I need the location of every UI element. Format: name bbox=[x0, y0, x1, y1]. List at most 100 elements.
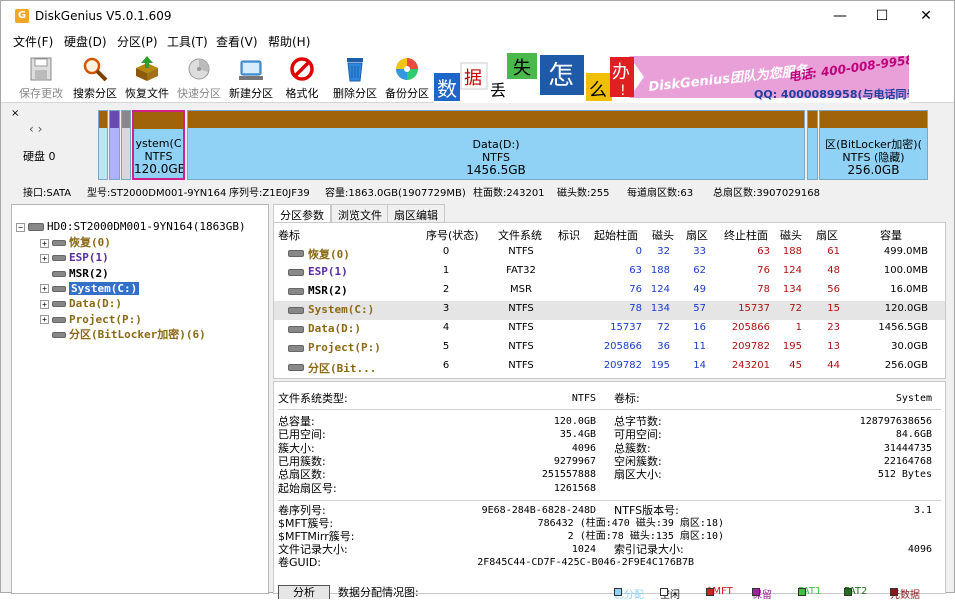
partition-data[interactable]: Data(D:) NTFS 1456.5GB bbox=[187, 110, 805, 180]
tree-item[interactable]: + System(C:) bbox=[40, 281, 140, 296]
cell-ss: 11 bbox=[693, 341, 706, 352]
file-record-size-value: 1024 bbox=[571, 544, 596, 555]
cell-label: ESP(1) bbox=[308, 265, 348, 278]
tree-item[interactable]: + 恢复(0) bbox=[40, 235, 111, 250]
table-row[interactable]: Project(P:) 5 NTFS 205866 36 11 209782 195 13 30.… bbox=[274, 339, 945, 358]
cell-ec: 243201 bbox=[731, 360, 770, 371]
expand-toggle[interactable]: + bbox=[40, 284, 49, 294]
format-button[interactable]: 格式化 bbox=[279, 53, 325, 101]
table-row[interactable]: Data(D:) 4 NTFS 15737 72 16 205866 1 23 1456.5GB bbox=[274, 320, 945, 339]
new-partition-button[interactable]: 新建分区 bbox=[225, 53, 277, 101]
col-header[interactable]: 磁头 bbox=[780, 227, 802, 243]
col-header[interactable]: 文件系统 bbox=[498, 227, 542, 243]
cell-ec: 15737 bbox=[738, 303, 770, 314]
partition-icon bbox=[288, 326, 304, 333]
cell-label: 恢复(0) bbox=[308, 248, 350, 261]
tree-item[interactable]: 分区(BitLocker加密)(6) bbox=[40, 327, 206, 342]
mft-label: $MFT簇号: bbox=[278, 517, 334, 530]
partition-system[interactable]: ystem(C NTFS 120.0GB bbox=[132, 110, 185, 180]
partition-icon bbox=[52, 255, 66, 262]
expand-toggle[interactable]: + bbox=[40, 253, 49, 263]
col-header[interactable]: 终止柱面 bbox=[724, 227, 768, 243]
table-row[interactable]: ESP(1) 1 FAT32 63 188 62 76 124 48 100.0MB bbox=[274, 263, 945, 282]
panel-close-icon[interactable]: × bbox=[11, 108, 19, 119]
table-row[interactable]: 分区(Bit... 6 NTFS 209782 195 14 243201 45 44 256.0… bbox=[274, 358, 945, 377]
banner-qq: QQ: 4000089958(与电话同号) bbox=[754, 87, 909, 101]
legend-item: FAT2 bbox=[844, 586, 867, 597]
quick-partition-icon bbox=[188, 58, 210, 80]
tab-partition-params[interactable]: 分区参数 bbox=[273, 204, 331, 222]
format-label: 格式化 bbox=[285, 87, 319, 100]
tree-item[interactable]: + Data(D:) bbox=[40, 296, 122, 311]
partition-block[interactable] bbox=[109, 110, 120, 180]
partition-icon bbox=[52, 285, 66, 292]
expand-toggle[interactable]: + bbox=[40, 238, 49, 248]
analyze-button[interactable]: 分析 bbox=[278, 585, 330, 599]
cell-sc: 209782 bbox=[603, 360, 642, 371]
ad-banner[interactable]: 数 据 丢 失 怎 么 办 ! DiskGenius团队为您服务 电话: 400… bbox=[434, 51, 909, 103]
tree-item[interactable]: MSR(2) bbox=[40, 266, 109, 281]
col-header[interactable]: 扇区 bbox=[816, 227, 838, 243]
legend-item: 保留 bbox=[752, 586, 772, 601]
banner-char: 怎 bbox=[548, 61, 574, 91]
legend-item: 元数据 bbox=[890, 586, 920, 601]
tab-sector-edit[interactable]: 扇区编辑 bbox=[387, 204, 445, 222]
disk-heads: 磁头数:255 bbox=[557, 188, 610, 199]
ntfs-version-value: 3.1 bbox=[913, 505, 932, 516]
cell-sc: 63 bbox=[629, 265, 642, 276]
legend-item: FAT1 bbox=[798, 586, 821, 597]
col-header[interactable]: 起始柱面 bbox=[594, 227, 638, 243]
partition-block[interactable] bbox=[807, 110, 818, 180]
col-header[interactable]: 标识 bbox=[558, 227, 580, 243]
banner-char: 么 bbox=[589, 80, 607, 101]
cell-sh: 188 bbox=[650, 265, 670, 276]
disk-tree[interactable]: − HD0:ST2000DM001-9YN164(1863GB) + 恢复(0) + E… bbox=[11, 204, 269, 594]
col-header[interactable]: 容量 bbox=[880, 227, 902, 243]
menu-view[interactable]: 查看(V) bbox=[216, 33, 258, 50]
partition-bitlocker[interactable]: 区(BitLocker加密)(NTFS (隐藏) 256.0GB bbox=[819, 110, 928, 180]
cell-cap: 256.0GB bbox=[884, 360, 928, 371]
fstype-value: NTFS bbox=[571, 393, 596, 404]
tree-item[interactable]: + ESP(1) bbox=[40, 250, 109, 265]
table-row[interactable]: MSR(2) 2 MSR 76 124 49 78 134 56 16.0MB bbox=[274, 282, 945, 301]
menu-help[interactable]: 帮助(H) bbox=[268, 33, 310, 50]
partition-size: 1456.5GB bbox=[466, 163, 526, 177]
partition-block[interactable] bbox=[98, 110, 108, 180]
expand-toggle[interactable]: + bbox=[40, 315, 49, 324]
save-changes-label: 保存更改 bbox=[19, 87, 63, 100]
close-button[interactable]: ✕ bbox=[903, 1, 949, 31]
cell-ss: 49 bbox=[693, 284, 706, 295]
table-row[interactable]: 恢复(0) 0 NTFS 0 32 33 63 188 61 499.0MB bbox=[274, 244, 945, 263]
minimize-button[interactable]: — bbox=[817, 1, 863, 31]
partition-block[interactable] bbox=[121, 110, 131, 180]
legend-swatch bbox=[844, 588, 852, 596]
tree-item-label: MSR(2) bbox=[69, 266, 109, 280]
search-partition-button[interactable]: 搜索分区 bbox=[69, 53, 121, 101]
quick-partition-button[interactable]: 快速分区 bbox=[173, 53, 225, 101]
save-changes-button[interactable]: 保存更改 bbox=[15, 53, 67, 101]
cell-cap: 1456.5GB bbox=[878, 322, 928, 333]
recover-files-button[interactable]: 恢复文件 bbox=[121, 53, 173, 101]
legend-swatch bbox=[752, 588, 760, 596]
menu-tools[interactable]: 工具(T) bbox=[167, 33, 208, 50]
col-header[interactable]: 序号(状态) bbox=[426, 227, 479, 243]
tree-root[interactable]: − HD0:ST2000DM001-9YN164(1863GB) bbox=[16, 219, 246, 234]
delete-partition-button[interactable]: 删除分区 bbox=[329, 53, 381, 101]
app-icon: G bbox=[15, 9, 29, 23]
maximize-button[interactable]: ☐ bbox=[859, 1, 905, 31]
tab-browse-files[interactable]: 浏览文件 bbox=[331, 204, 389, 222]
menu-partition[interactable]: 分区(P) bbox=[117, 33, 158, 50]
backup-partition-button[interactable]: 备份分区 bbox=[381, 53, 433, 101]
menu-disk[interactable]: 硬盘(D) bbox=[64, 33, 107, 50]
expand-toggle[interactable]: + bbox=[40, 299, 49, 309]
col-header[interactable]: 卷标 bbox=[278, 227, 300, 243]
tree-item[interactable]: + Project(P:) bbox=[40, 312, 142, 327]
table-row[interactable]: System(C:) 3 NTFS 78 134 57 15737 72 15 120.0GB bbox=[274, 301, 945, 320]
col-header[interactable]: 磁头 bbox=[652, 227, 674, 243]
detail-value: 1261568 bbox=[553, 482, 596, 494]
menu-file[interactable]: 文件(F) bbox=[13, 33, 53, 50]
cell-eh: 72 bbox=[789, 303, 802, 314]
col-header[interactable]: 扇区 bbox=[686, 227, 708, 243]
disk-nav-arrows[interactable]: ‹ › bbox=[29, 122, 42, 136]
detail-value: 9279967 bbox=[553, 455, 596, 467]
